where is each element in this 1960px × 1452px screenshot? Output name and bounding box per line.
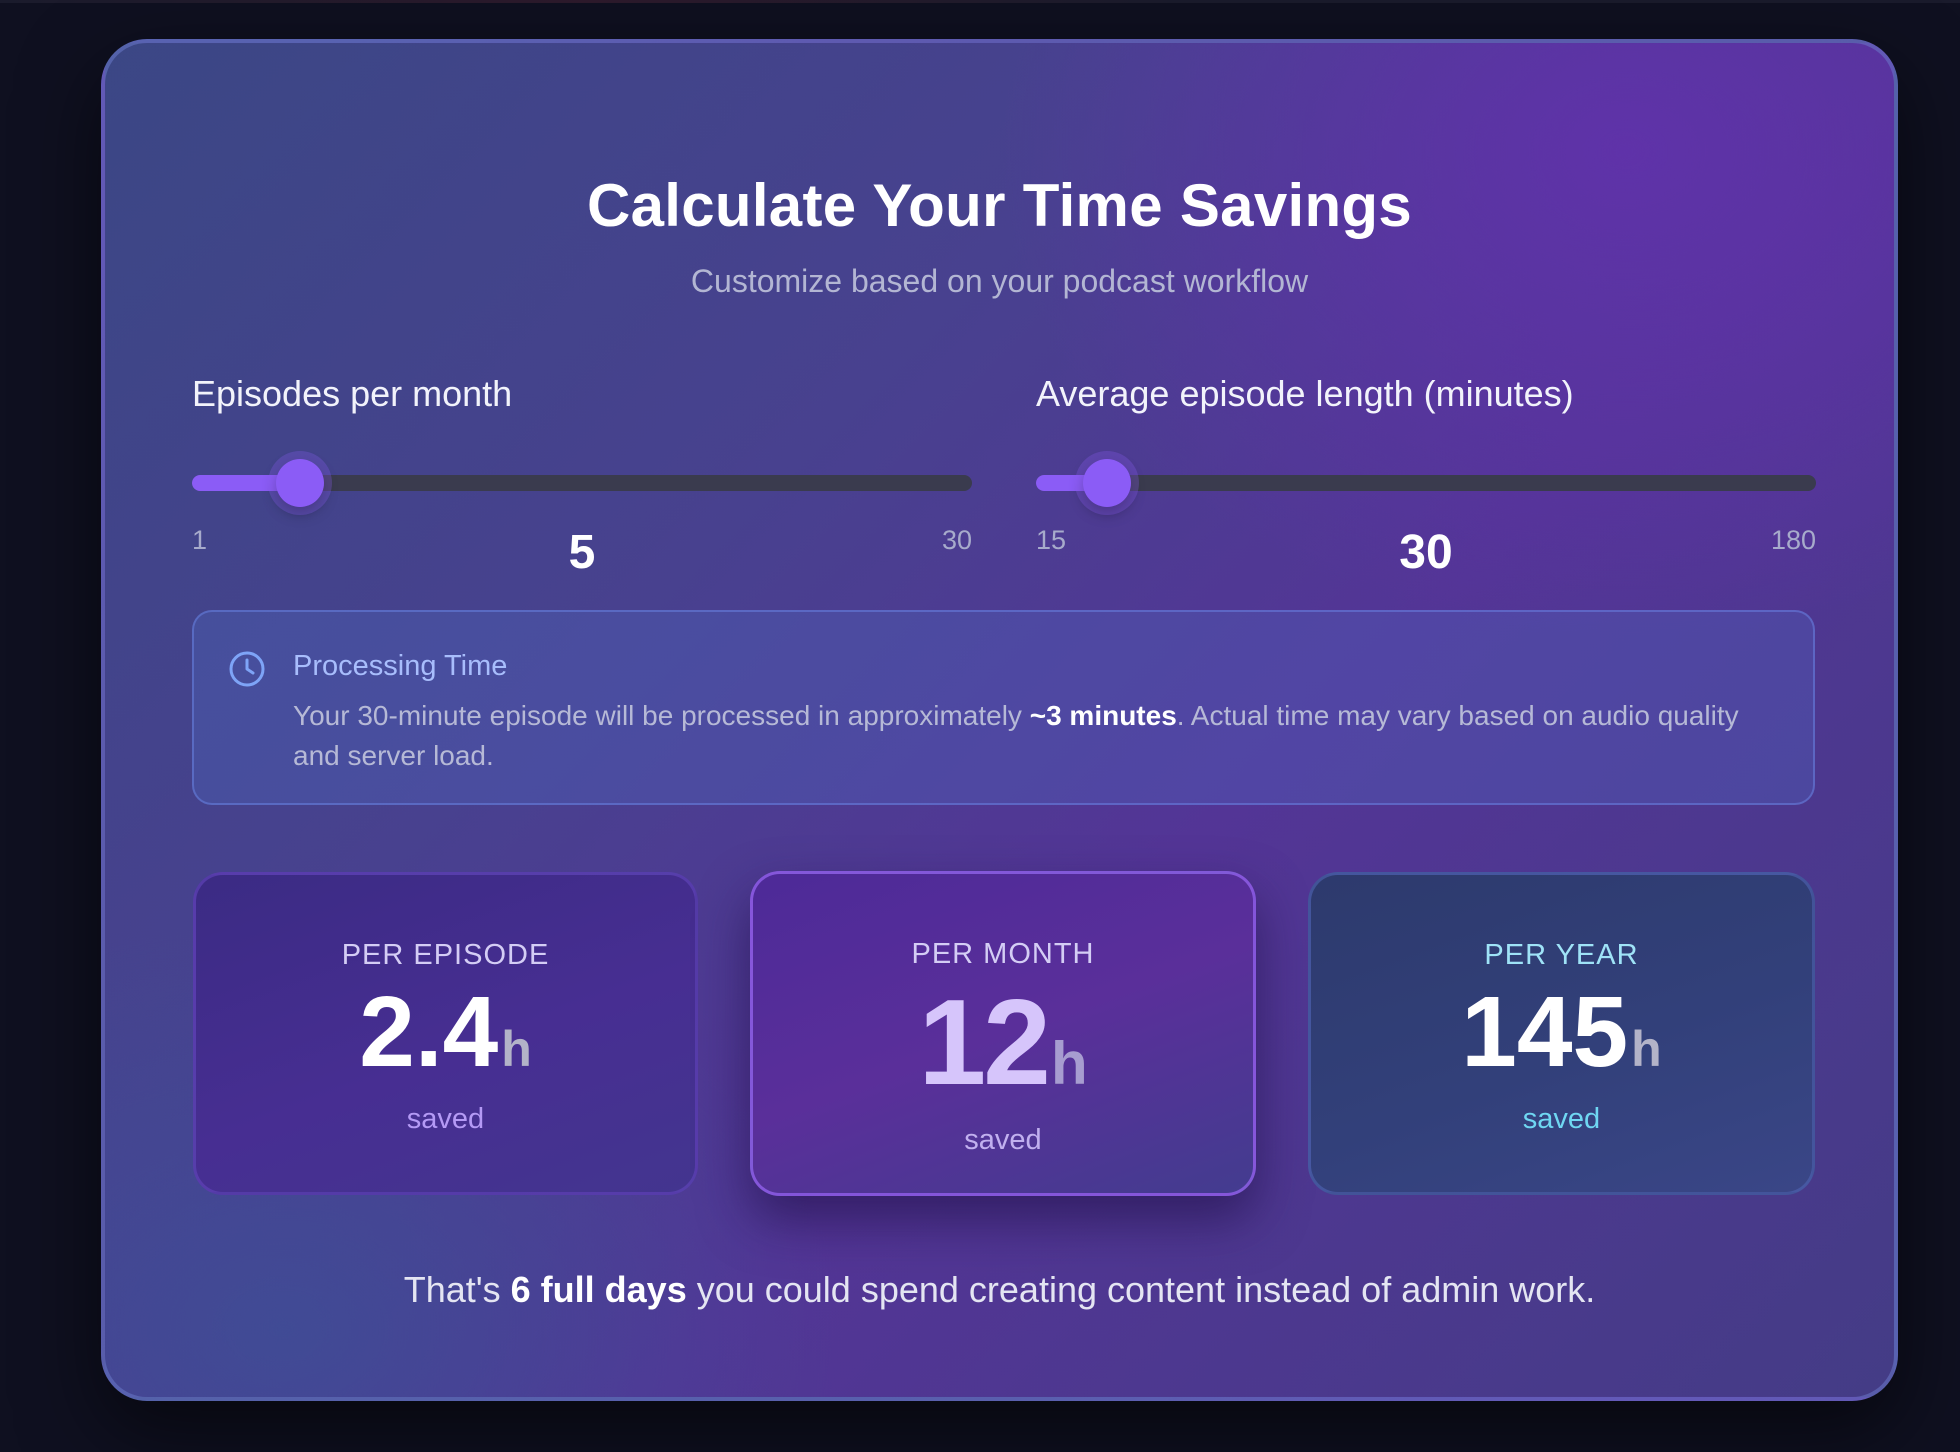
slider-thumb[interactable] bbox=[1082, 459, 1131, 507]
episode-length-value: 30 bbox=[1399, 526, 1453, 579]
stat-label: PER MONTH bbox=[911, 938, 1095, 970]
clock-icon bbox=[229, 651, 265, 687]
stat-unit: h bbox=[1051, 1030, 1088, 1097]
slider-max-value: 30 bbox=[941, 525, 972, 555]
episodes-per-month-slider-group: Episodes per month 1 5 30 bbox=[192, 373, 972, 593]
per-month-stat-card: PER MONTH 12h saved bbox=[750, 871, 1256, 1196]
time-savings-calculator-card: Calculate Your Time Savings Customize ba… bbox=[101, 39, 1898, 1401]
slider-thumb[interactable] bbox=[275, 459, 324, 507]
stat-label: PER EPISODE bbox=[341, 939, 550, 971]
per-episode-hours: 2.4 bbox=[359, 976, 499, 1088]
info-text-lead: Your 30-minute episode will be processed… bbox=[293, 700, 1030, 731]
slider-max-value: 180 bbox=[1770, 525, 1816, 555]
page-title: Calculate Your Time Savings bbox=[586, 172, 1413, 239]
per-year-hours: 145 bbox=[1461, 976, 1629, 1088]
stat-value: 12h bbox=[753, 972, 1253, 1112]
per-year-stat-card: PER YEAR 145h saved bbox=[1308, 872, 1815, 1195]
processing-time-title: Processing Time bbox=[293, 650, 508, 682]
stat-caption: saved bbox=[964, 1124, 1042, 1156]
stat-caption: saved bbox=[1522, 1103, 1601, 1135]
stat-unit: h bbox=[501, 1021, 532, 1077]
summary-tail: you could spend creating content instead… bbox=[686, 1269, 1596, 1310]
summary-statement: That's 6 full days you could spend creat… bbox=[105, 1269, 1894, 1311]
stat-unit: h bbox=[1631, 1021, 1662, 1077]
per-episode-stat-card: PER EPISODE 2.4h saved bbox=[193, 872, 698, 1195]
processing-time-info-box: Processing Time Your 30-minute episode w… bbox=[192, 610, 1815, 805]
summary-lead: That's bbox=[403, 1269, 511, 1310]
summary-highlight: 6 full days bbox=[510, 1269, 687, 1310]
stat-value: 2.4h bbox=[196, 975, 695, 1090]
stat-label: PER YEAR bbox=[1484, 939, 1639, 971]
processing-time-description: Your 30-minute episode will be processed… bbox=[293, 696, 1763, 776]
stat-caption: saved bbox=[406, 1103, 485, 1135]
episodes-per-month-slider[interactable] bbox=[192, 459, 972, 507]
per-month-hours: 12 bbox=[918, 974, 1051, 1110]
stat-value: 145h bbox=[1311, 975, 1812, 1090]
episode-length-label: Average episode length (minutes) bbox=[1036, 373, 1574, 414]
top-edge-bar bbox=[0, 0, 1960, 3]
episode-length-slider-group: Average episode length (minutes) 15 30 1… bbox=[1036, 373, 1816, 593]
page-subtitle: Customize based on your podcast workflow bbox=[690, 263, 1309, 299]
processing-time-estimate: ~3 minutes bbox=[1029, 700, 1177, 731]
episode-length-slider[interactable] bbox=[1036, 459, 1816, 507]
episodes-per-month-label: Episodes per month bbox=[192, 373, 513, 414]
episodes-per-month-value: 5 bbox=[568, 526, 596, 579]
